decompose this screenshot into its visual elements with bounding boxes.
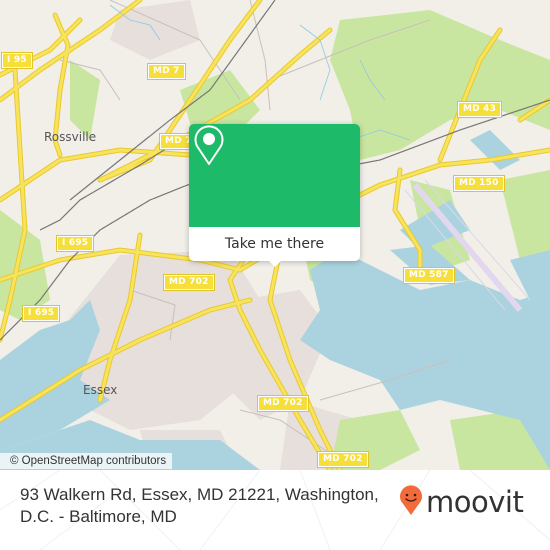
road-shield-i695-2: I 695 [21, 305, 61, 322]
road-shield-md43: MD 43 [456, 101, 503, 118]
road-shield-md702: MD 702 [163, 274, 215, 291]
map-attribution[interactable]: © OpenStreetMap contributors [0, 453, 173, 469]
map-canvas[interactable]: Rossville Essex I 95 MD 7 MD 7 MD 43 MD … [0, 0, 550, 470]
address-text: 93 Walkern Rd, Essex, MD 21221, Washingt… [20, 485, 379, 526]
popup-header [189, 124, 360, 227]
popup-pointer [267, 259, 283, 267]
footer: 93 Walkern Rd, Essex, MD 21221, Washingt… [0, 470, 550, 550]
moovit-pin-smiley-icon [398, 484, 424, 520]
take-me-there-button[interactable]: Take me there [189, 227, 360, 261]
road-shield-md7: MD 7 [147, 63, 186, 80]
place-label-rossville: Rossville [44, 130, 97, 144]
road-shield-md702-3: MD 702 [317, 451, 369, 468]
road-shield-i695: I 695 [55, 235, 95, 252]
moovit-wordmark: moovit [426, 485, 524, 519]
location-popup: Take me there [189, 124, 360, 267]
place-label-essex: Essex [83, 383, 118, 397]
road-shield-md150: MD 150 [453, 175, 505, 192]
road-shield-md587: MD 587 [403, 267, 455, 284]
moovit-logo[interactable]: moovit [398, 484, 524, 520]
road-shield-md702-2: MD 702 [257, 395, 309, 412]
road-shield-i95: I 95 [1, 52, 33, 69]
